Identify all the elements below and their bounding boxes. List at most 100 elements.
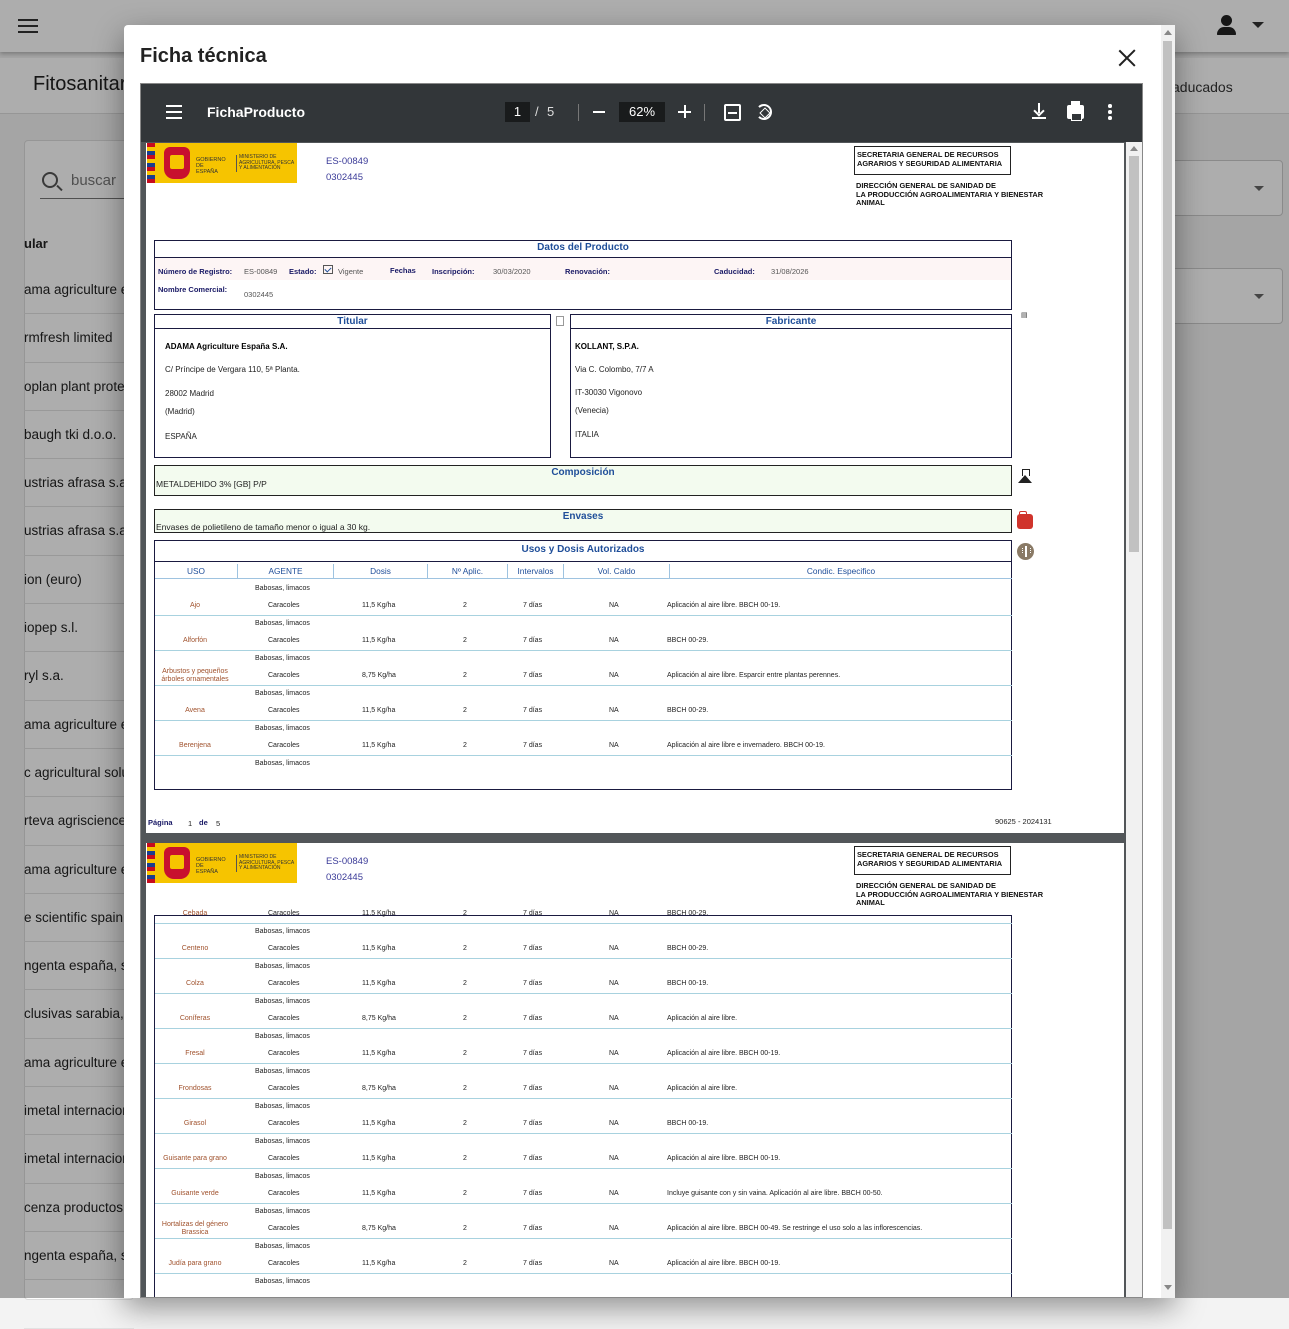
product-code: 0302445 [326,172,363,183]
table-cell-intv: 7 días [523,672,543,679]
table-row: Colza Babosas, limacos Caracoles 11,5 Kg/ha… [155,959,1012,994]
table-cell-cond: BBCH 00-29. [667,910,709,917]
value: 30/03/2020 [493,267,531,276]
rotate-icon[interactable] [756,104,772,120]
table-cell-ag2: Caracoles [268,945,300,952]
titular-country: ESPAÑA [165,432,197,441]
more-vert-icon[interactable] [1108,104,1112,120]
table-cell-cond: BBCH 00-29. [667,637,709,644]
jerrycan-icon [1017,511,1033,529]
section-title: Composición [551,467,615,478]
table-cell-uso: Judía para grano [168,1260,222,1267]
table-cell-cond: Aplicación al aire libre. BBCH 00-19. [667,1260,781,1267]
fabricante-country: ITALIA [575,430,599,439]
pdf-scrollbar[interactable] [1126,142,1142,1297]
table-cell-intv: 7 días [523,945,543,952]
secretaria-box: SECRETARIA GENERAL DE RECURSOS AGRARIOS … [854,846,1011,875]
table-row: Fresal Babosas, limacos Caracoles 11,5 Kg/h… [155,1029,1012,1064]
table-cell-vol: NA [609,1190,619,1197]
footer-page: 1 [188,819,193,828]
table-cell-dosis: 11,5 Kg/ha [362,637,396,644]
registration-number: ES-00849 [326,856,369,867]
table-cell-napl: 2 [463,1260,467,1267]
table-cell-napl: 2 [463,910,467,917]
secretaria-box: SECRETARIA GENERAL DE RECURSOS AGRARIOS … [854,146,1011,175]
download-icon[interactable] [1032,103,1046,119]
table-cell-dosis: 11,5 Kg/ha [362,1120,396,1127]
table-row: Ajo Babosas, limacos Caracoles 11,5 Kg/ha 2 7… [155,581,1012,616]
page-number-input[interactable]: 1 [505,102,530,122]
envases-box: Envases Envases de polietileno de tamaño… [154,509,1012,533]
column-header: Intervalos [507,564,563,578]
table-cell-vol: NA [609,707,619,714]
table-cell-cond: BBCH 00-29. [667,945,709,952]
table-cell-uso: Cebada [182,910,208,917]
usos-title-box: Usos y Dosis Autorizados [154,540,1012,562]
zoom-out-icon[interactable] [593,111,605,113]
page-total: 5 [547,104,555,119]
fabricante-city: IT-30030 Vigonovo [575,388,643,397]
table-row: Guisante verde Babosas, limacos Caracoles 1… [155,1169,1012,1204]
table-cell-ag1: Babosas, limacos [255,1033,310,1040]
fabricante-name: KOLLANT, S.P.A. [575,342,639,351]
crop-icon [1017,543,1034,560]
table-cell-ag2: Caracoles [268,980,300,987]
gobierno-logo: GOBIERNO DE ESPAÑA MINISTERIO DE AGRICUL… [147,143,297,183]
menu-icon[interactable] [166,105,182,119]
table-cell-ag1: Babosas, limacos [255,998,310,1005]
print-icon[interactable] [1067,101,1084,121]
dialog-scrollbar[interactable] [1161,25,1175,1298]
column-header: AGENTE [237,564,333,578]
table-cell-cond: Aplicación al aire libre. BBCH 00-19. [667,1155,781,1162]
table-cell-uso: Guisante verde [171,1190,219,1197]
table-cell-uso: Ajo [189,602,201,609]
zoom-input[interactable]: 62% [619,102,665,122]
value: Vigente [338,267,364,276]
section-title: Usos y Dosis Autorizados [521,544,645,555]
table-cell-napl: 2 [463,1225,467,1232]
table-cell-intv: 7 días [523,1050,543,1057]
table-cell-napl: 2 [463,1190,467,1197]
table-cell-ag1: Babosas, limacos [255,620,310,627]
table-cell-intv: 7 días [523,910,543,917]
label: Número de Registro: [158,267,233,276]
fit-page-icon[interactable] [724,104,741,121]
table-cell-ag1: Babosas, limacos [255,1278,310,1285]
table-cell-napl: 2 [463,1155,467,1162]
table-cell-cond: BBCH 00-19. [667,980,709,987]
pdf-title: FichaProducto [207,104,306,120]
datos-producto-box: Datos del Producto Número de Registro: E… [154,240,1012,310]
table-cell-napl: 2 [463,1120,467,1127]
pdf-page-1: GOBIERNO DE ESPAÑA MINISTERIO DE AGRICUL… [146,143,1124,833]
table-cell-ag1: Babosas, limacos [255,1068,310,1075]
table-cell-ag1: Babosas, limacos [255,928,310,935]
table-row: Avena Babosas, limacos Caracoles 11,5 Kg/ha… [155,686,1012,721]
toolbar-divider [704,104,705,121]
table-cell-uso: Frondosas [178,1085,212,1092]
table-cell-napl: 2 [463,945,467,952]
titular-city: 28002 Madrid [165,389,214,398]
table-cell-ag1: Babosas, limacos [255,725,310,732]
toolbar-divider [578,104,579,121]
table-cell-dosis: 11,5 Kg/ha [362,1155,396,1162]
section-title: Envases [562,511,604,522]
zoom-in-icon[interactable] [678,105,691,118]
table-cell-ag2: Caracoles [268,707,300,714]
close-icon[interactable] [1117,48,1137,68]
table-cell-cond: BBCH 00-29. [667,707,709,714]
product-code: 0302445 [326,872,363,883]
table-cell-ag2: Caracoles [268,1015,300,1022]
table-row: Judía para grano Babosas, limacos Caracole… [155,1239,1012,1274]
table-cell-cond: Aplicación al aire libre e invernadero. … [667,742,825,749]
table-cell-dosis: 8,75 Kg/ha [362,1015,396,1022]
table-cell-cond: Aplicación al aire libre. BBCH 00-49. Se… [667,1225,923,1232]
pdf-page-2: GOBIERNO DE ESPAÑA MINISTERIO DE AGRICUL… [146,843,1124,1297]
table-row: Girasol Babosas, limacos Caracoles 11,5 Kg/… [155,1099,1012,1134]
table-cell-vol: NA [609,1015,619,1022]
table-cell-ag1: Babosas, limacos [255,760,310,767]
table-cell-vol: NA [609,742,619,749]
value: ES-00849 [244,267,278,276]
table-cell-cond: Aplicación al aire libre. [667,1085,738,1092]
label: Caducidad: [714,267,755,276]
table-cell-vol: NA [609,1260,619,1267]
